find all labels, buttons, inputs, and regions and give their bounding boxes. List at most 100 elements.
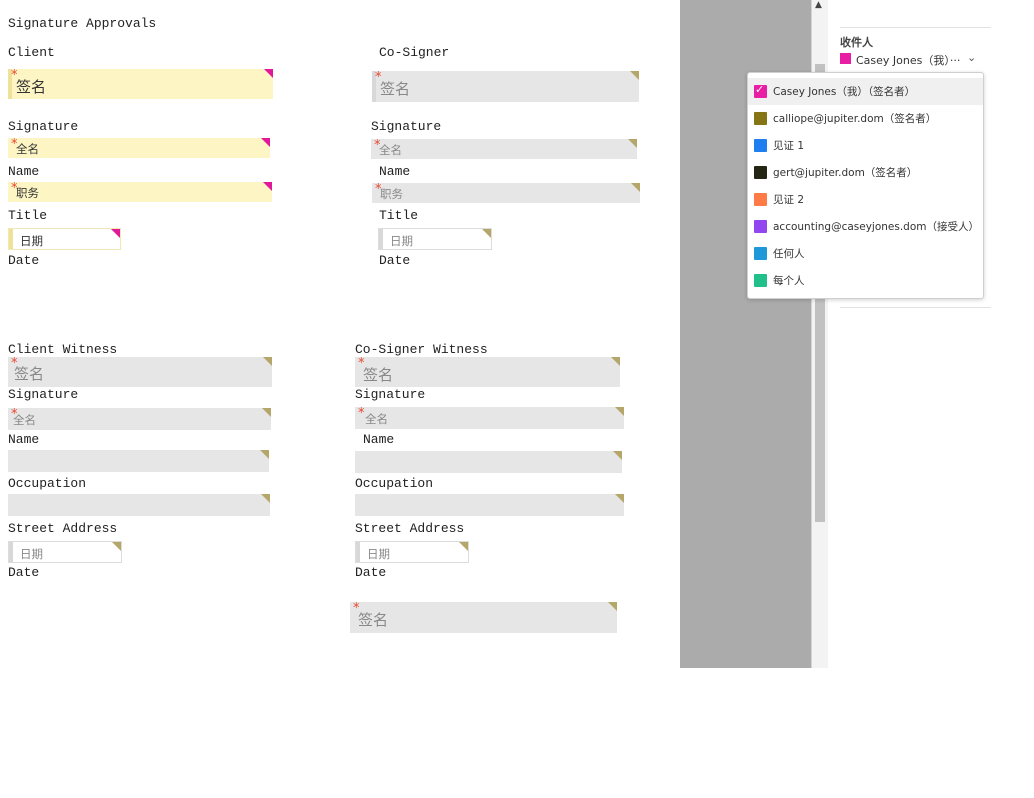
cosigner-witness-title: Co-Signer Witness: [355, 342, 488, 357]
field-corner-marker: [613, 451, 622, 460]
field-corner-marker: [628, 139, 637, 148]
field-corner-marker: [261, 138, 270, 147]
cosigner-witness-address-label: Street Address: [355, 521, 465, 536]
client-witness-occupation-label: Occupation: [8, 476, 87, 491]
signature-placeholder: 签名: [358, 611, 389, 629]
cosigner-title-field[interactable]: * 职务: [372, 183, 640, 203]
panel-divider: [840, 27, 991, 28]
field-left-bar: [379, 229, 383, 249]
recipient-selected-value: Casey Jones（我）···: [856, 54, 961, 67]
recipient-color-swatch: [754, 112, 767, 125]
cosigner-witness-name-field[interactable]: * 全名: [355, 407, 624, 429]
signature-placeholder: 签名: [380, 80, 411, 98]
dropdown-item-label: 任何人: [773, 248, 805, 260]
field-corner-marker: [615, 407, 624, 416]
cosigner-title-label: Title: [379, 208, 419, 223]
client-witness-signature-label: Signature: [8, 387, 79, 402]
date-placeholder: 日期: [367, 547, 390, 561]
cosigner-signature-field[interactable]: * 签名: [372, 71, 639, 102]
client-witness-signature-field[interactable]: * 签名: [8, 357, 272, 387]
client-name-label: Name: [8, 164, 40, 179]
client-title-field[interactable]: * 职务: [8, 182, 272, 202]
client-witness-address-label: Street Address: [8, 521, 118, 536]
recipient-color-swatch: [754, 247, 767, 260]
dropdown-item[interactable]: 见证 1: [748, 132, 983, 159]
field-corner-marker: [111, 229, 120, 238]
cosigner-title: Co-Signer: [379, 45, 450, 60]
recipient-select[interactable]: Casey Jones（我）··· ⌄: [840, 51, 980, 68]
field-corner-marker: [263, 182, 272, 191]
signature-placeholder: 签名: [363, 366, 394, 384]
recipient-color-swatch: [754, 193, 767, 206]
full-name-placeholder: 全名: [379, 143, 402, 157]
client-witness-name-field[interactable]: * 全名: [8, 408, 271, 430]
field-corner-marker: [611, 357, 620, 366]
cosigner-date-label: Date: [379, 253, 411, 268]
client-witness-date-field[interactable]: 日期: [8, 541, 122, 563]
field-corner-marker: [615, 494, 624, 503]
dropdown-item[interactable]: accounting@caseyjones.dom（接受人）: [748, 213, 983, 240]
chevron-down-icon[interactable]: ⌄: [967, 51, 976, 64]
field-corner-marker: [630, 71, 639, 80]
field-corner-marker: [482, 229, 491, 238]
dropdown-item[interactable]: 见证 2: [748, 186, 983, 213]
date-placeholder: 日期: [20, 547, 43, 561]
field-corner-marker: [112, 542, 121, 551]
field-left-bar: [356, 542, 360, 562]
client-signature-field[interactable]: * 签名: [8, 69, 273, 99]
document-heading: Signature Approvals: [8, 16, 157, 31]
full-name-placeholder: 全名: [13, 413, 36, 427]
field-corner-marker: [260, 450, 269, 459]
cosigner-name-label: Name: [379, 164, 411, 179]
field-corner-marker: [262, 408, 271, 417]
cosigner-witness-occupation-label: Occupation: [355, 476, 434, 491]
recipient-color-swatch: [840, 53, 851, 64]
full-name-placeholder: 全名: [16, 142, 39, 156]
client-witness-occupation-field[interactable]: [8, 450, 269, 472]
scroll-up-arrow-icon[interactable]: ▲: [815, 0, 822, 10]
job-title-placeholder: 职务: [16, 186, 39, 200]
dropdown-item[interactable]: ✓ Casey Jones（我）（签名者）: [748, 78, 983, 105]
dropdown-item-label: 见证 1: [773, 140, 805, 152]
signature-placeholder: 签名: [16, 78, 47, 96]
cosigner-date-field[interactable]: 日期: [378, 228, 492, 250]
client-title-label: Title: [8, 208, 48, 223]
client-witness-title: Client Witness: [8, 342, 118, 357]
recipient-color-swatch: [754, 166, 767, 179]
cosigner-witness-address-field[interactable]: [355, 494, 624, 516]
document-page: Signature Approvals Client * 签名 Signatur…: [0, 0, 680, 668]
required-marker: *: [358, 407, 365, 421]
cosigner-witness-date-field[interactable]: 日期: [355, 541, 469, 563]
dropdown-item[interactable]: 任何人: [748, 240, 983, 267]
client-name-field[interactable]: * 全名: [8, 138, 270, 158]
dropdown-item[interactable]: calliope@jupiter.dom（签名者）: [748, 105, 983, 132]
dropdown-item-label: 见证 2: [773, 194, 805, 206]
cosigner-witness-signature-field[interactable]: * 签名: [355, 357, 620, 387]
panel-divider: [840, 307, 991, 308]
dropdown-item-label: 每个人: [773, 275, 805, 287]
cosigner-witness-name-label: Name: [363, 432, 395, 447]
dropdown-item[interactable]: gert@jupiter.dom（签名者）: [748, 159, 983, 186]
client-witness-name-label: Name: [8, 432, 40, 447]
cosigner-witness-occupation-field[interactable]: [355, 451, 622, 473]
recipient-dropdown: ✓ Casey Jones（我）（签名者） calliope@jupiter.d…: [747, 72, 984, 299]
recipient-title: 收件人: [840, 36, 873, 49]
field-left-bar: [9, 542, 13, 562]
client-witness-address-field[interactable]: [8, 494, 270, 516]
recipient-color-swatch: [754, 274, 767, 287]
cosigner-name-field[interactable]: * 全名: [371, 139, 637, 159]
dropdown-item[interactable]: 每个人: [748, 267, 983, 294]
cosigner-signature-label: Signature: [371, 119, 442, 134]
recipient-color-swatch: [754, 139, 767, 152]
field-corner-marker: [261, 494, 270, 503]
client-signature-label: Signature: [8, 119, 79, 134]
extra-signature-field[interactable]: * 签名: [350, 602, 617, 633]
dropdown-item-label: Casey Jones（我）（签名者）: [773, 86, 916, 98]
checkmark-icon: ✓: [755, 83, 765, 96]
cosigner-witness-date-label: Date: [355, 565, 387, 580]
field-left-bar: [9, 229, 13, 249]
full-name-placeholder: 全名: [365, 412, 388, 426]
signature-placeholder: 签名: [14, 365, 45, 383]
client-date-field[interactable]: 日期: [8, 228, 121, 250]
client-witness-date-label: Date: [8, 565, 40, 580]
